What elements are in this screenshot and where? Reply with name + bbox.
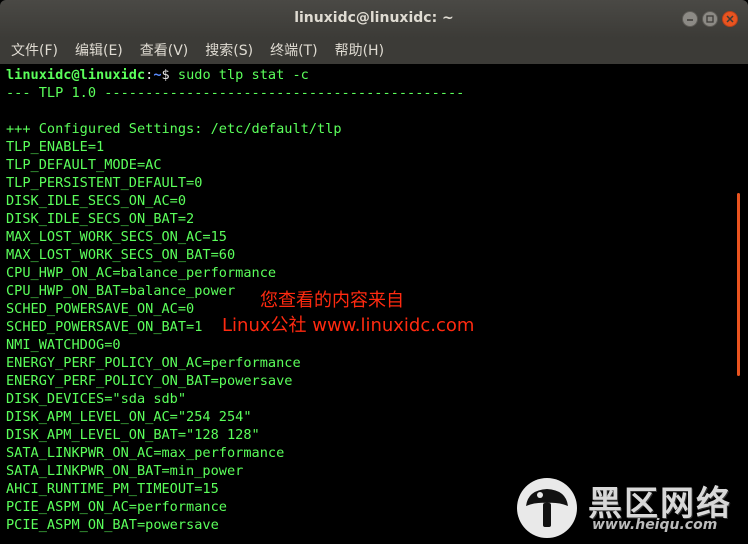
output-line: DISK_APM_LEVEL_ON_AC="254 254" — [6, 409, 252, 425]
output-line: CPU_HWP_ON_AC=balance_performance — [6, 265, 277, 281]
output-line: AHCI_RUNTIME_PM_TIMEOUT=15 — [6, 481, 219, 497]
output-line: TLP_PERSISTENT_DEFAULT=0 — [6, 175, 203, 191]
output-line: TLP_ENABLE=1 — [6, 139, 105, 155]
menu-terminal[interactable]: 终端(T) — [259, 38, 323, 64]
output-line: CPU_HWP_ON_BAT=balance_power — [6, 283, 236, 299]
window-controls — [682, 11, 738, 27]
window-title: linuxidc@linuxidc: ~ — [294, 10, 454, 26]
output-line: TLP_DEFAULT_MODE=AC — [6, 157, 162, 173]
output-line: DISK_IDLE_SECS_ON_AC=0 — [6, 193, 187, 209]
output-line: PCIE_ASPM_ON_BAT=powersave — [6, 517, 219, 533]
heiqu-logo-icon — [517, 478, 577, 538]
watermark-line-2: Linux公社 www.linuxidc.com — [222, 315, 475, 336]
prompt-user: linuxidc@linuxidc — [6, 67, 146, 83]
output-line: SATA_LINKPWR_ON_AC=max_performance — [6, 445, 285, 461]
output-line: NMI_WATCHDOG=0 — [6, 337, 121, 353]
prompt-line: linuxidc@linuxidc:~$ sudo tlp stat -c — [6, 66, 309, 84]
maximize-icon — [706, 15, 714, 23]
output-line: PCIE_ASPM_ON_AC=performance — [6, 499, 227, 515]
output-line: SCHED_POWERSAVE_ON_AC=0 — [6, 301, 195, 317]
prompt-dollar: $ — [161, 67, 178, 83]
close-icon — [726, 15, 734, 23]
output-line: ENERGY_PERF_POLICY_ON_AC=performance — [6, 355, 301, 371]
output-line: --- TLP 1.0 ----------------------------… — [6, 85, 465, 101]
title-bar[interactable]: linuxidc@linuxidc: ~ — [0, 0, 748, 38]
output-line: +++ Configured Settings: /etc/default/tl… — [6, 121, 342, 137]
terminal-window: linuxidc@linuxidc: ~ 文件(F) 编辑(E) 查看(V) 搜… — [0, 0, 748, 544]
menu-view[interactable]: 查看(V) — [129, 38, 195, 64]
output-line: SATA_LINKPWR_ON_BAT=min_power — [6, 463, 244, 479]
menu-edit[interactable]: 编辑(E) — [64, 38, 129, 64]
output-line: DISK_IDLE_SECS_ON_BAT=2 — [6, 211, 195, 227]
minimize-button[interactable] — [682, 11, 698, 27]
watermark-line-1: 您查看的内容来自 — [260, 290, 404, 311]
menu-bar: 文件(F) 编辑(E) 查看(V) 搜索(S) 终端(T) 帮助(H) — [0, 38, 748, 64]
output-line: MAX_LOST_WORK_SECS_ON_AC=15 — [6, 229, 227, 245]
output-line: ENERGY_PERF_POLICY_ON_BAT=powersave — [6, 373, 293, 389]
output-line: DISK_APM_LEVEL_ON_BAT="128 128" — [6, 427, 260, 443]
menu-search[interactable]: 搜索(S) — [194, 38, 259, 64]
maximize-button[interactable] — [702, 11, 718, 27]
menu-help[interactable]: 帮助(H) — [324, 38, 390, 64]
prompt-command: sudo tlp stat -c — [177, 67, 309, 83]
prompt-path: ~ — [153, 67, 162, 83]
output-line: SCHED_POWERSAVE_ON_BAT=1 — [6, 319, 203, 335]
minimize-icon — [687, 19, 693, 21]
scrollbar[interactable] — [737, 193, 740, 376]
close-button[interactable] — [722, 11, 738, 27]
output-line: MAX_LOST_WORK_SECS_ON_BAT=60 — [6, 247, 236, 263]
menu-file[interactable]: 文件(F) — [0, 38, 64, 64]
output-line: DISK_DEVICES="sda sdb" — [6, 391, 187, 407]
logo-url: www.heiqu.com — [592, 517, 718, 533]
